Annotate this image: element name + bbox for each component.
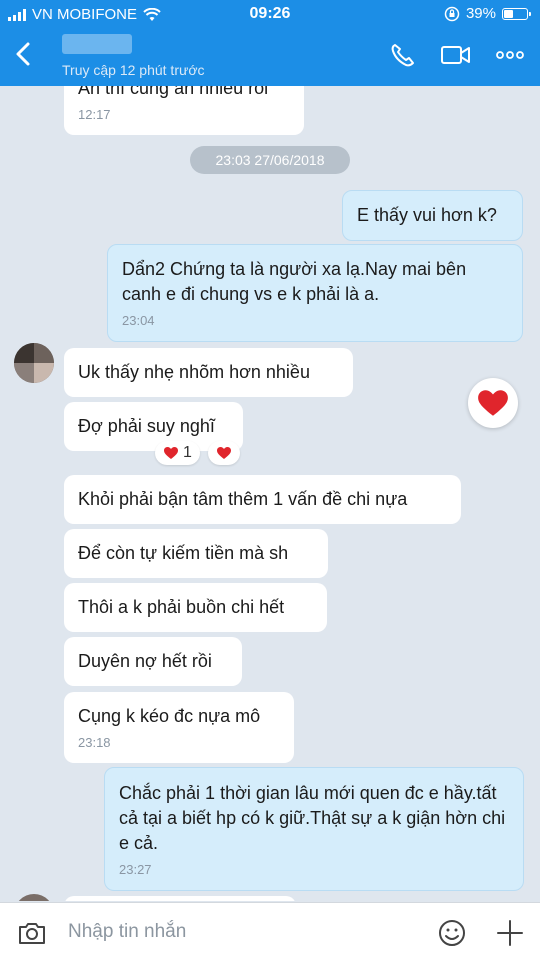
message-bubble-outgoing[interactable]: Dẩn2 Chứng ta là người xa lạ.Nay mai bên… bbox=[107, 244, 523, 342]
more-icon[interactable] bbox=[494, 40, 526, 70]
message-bubble-incoming[interactable]: Uk thấy nhẹ nhõm hơn nhiều bbox=[64, 348, 353, 397]
message-bubble-incoming[interactable] bbox=[64, 896, 296, 901]
message-text: Khỏi phải bận tâm thêm 1 vấn đề chi nựa bbox=[78, 489, 408, 509]
reaction-count-pill[interactable]: 1 bbox=[155, 441, 200, 465]
message-bubble-incoming[interactable]: Thôi a k phải buồn chi hết bbox=[64, 583, 327, 632]
rotation-lock-icon bbox=[444, 6, 460, 21]
message-text: Chắc phải 1 thời gian lâu mới quen đc e … bbox=[119, 783, 506, 853]
back-chevron-icon[interactable] bbox=[10, 40, 38, 68]
battery-icon bbox=[502, 7, 531, 20]
message-bubble-incoming[interactable]: Khỏi phải bận tâm thêm 1 vấn đề chi nựa bbox=[64, 475, 461, 524]
message-time: 23:18 bbox=[78, 735, 111, 750]
message-bubble-incoming[interactable]: Để còn tự kiếm tiền mà sh bbox=[64, 529, 328, 578]
message-time: 12:17 bbox=[78, 107, 111, 122]
message-text: Duyên nợ hết rồi bbox=[78, 651, 212, 671]
heart-icon bbox=[478, 390, 508, 416]
camera-icon[interactable] bbox=[16, 917, 48, 949]
message-text: Để còn tự kiếm tiền mà sh bbox=[78, 543, 289, 563]
message-text: Ăn thì cũng ăn nhiều rồi bbox=[78, 86, 269, 98]
message-text: Cụng k kéo đc nựa mô bbox=[78, 706, 261, 726]
battery-percent: 39% bbox=[465, 5, 496, 22]
message-text: Thôi a k phải buồn chi hết bbox=[78, 597, 285, 617]
quick-heart-button[interactable] bbox=[468, 378, 518, 428]
message-composer: Nhập tin nhắn bbox=[0, 902, 540, 960]
avatar[interactable] bbox=[14, 343, 54, 383]
message-input[interactable]: Nhập tin nhắn bbox=[68, 921, 186, 943]
message-bubble-incoming[interactable]: Cụng k kéo đc nựa mô 23:18 bbox=[64, 692, 294, 763]
message-text: E thấy vui hơn k? bbox=[357, 205, 497, 225]
date-separator: 23:03 27/06/2018 bbox=[190, 146, 350, 174]
message-bubble-outgoing[interactable]: Chắc phải 1 thời gian lâu mới quen đc e … bbox=[104, 767, 524, 891]
add-reaction-button[interactable] bbox=[207, 441, 240, 465]
message-text: Dẩn2 Chứng ta là người xa lạ.Nay mai bên… bbox=[122, 259, 467, 304]
message-bubble-incoming[interactable]: Ăn thì cũng ăn nhiều rồi 12:17 bbox=[64, 86, 304, 135]
plus-icon[interactable] bbox=[494, 917, 526, 949]
avatar[interactable] bbox=[14, 894, 54, 901]
message-bubble-incoming[interactable]: Duyên nợ hết rồi bbox=[64, 637, 242, 686]
heart-icon bbox=[164, 447, 178, 459]
message-bubble-outgoing[interactable]: E thấy vui hơn k? bbox=[342, 190, 523, 241]
video-camera-icon[interactable] bbox=[440, 40, 472, 70]
reaction-count: 1 bbox=[183, 444, 192, 461]
battery-info: 39% bbox=[444, 5, 531, 22]
message-reactions[interactable]: 1 bbox=[155, 441, 240, 465]
message-text: Uk thấy nhẹ nhõm hơn nhiều bbox=[78, 362, 310, 382]
chat-header: VN MOBIFONE 09:26 39% Truy cập 12 phút t… bbox=[0, 0, 540, 86]
message-list[interactable]: Ăn thì cũng ăn nhiều rồi 12:17 23:03 27/… bbox=[0, 86, 540, 901]
last-seen-status: Truy cập 12 phút trước bbox=[62, 62, 205, 78]
contact-name-blurred[interactable] bbox=[62, 34, 132, 54]
heart-icon bbox=[216, 447, 231, 459]
status-bar: VN MOBIFONE 09:26 39% bbox=[0, 0, 540, 28]
phone-icon[interactable] bbox=[388, 40, 420, 70]
message-time: 23:04 bbox=[122, 313, 155, 328]
message-text: Đợ phải suy nghĩ bbox=[78, 416, 215, 436]
message-time: 23:27 bbox=[119, 862, 152, 877]
emoji-icon[interactable] bbox=[436, 917, 468, 949]
